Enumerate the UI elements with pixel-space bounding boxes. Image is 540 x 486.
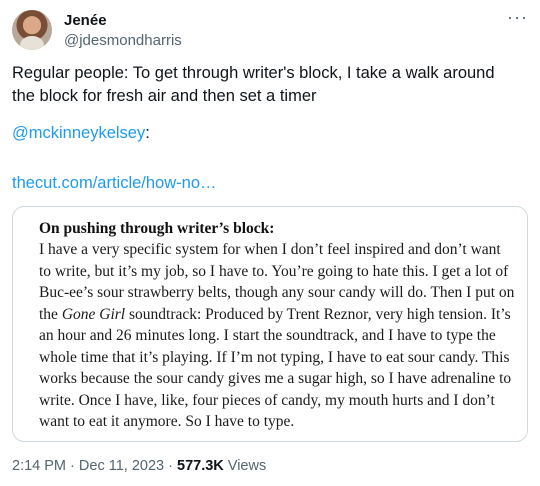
- author-name[interactable]: Jenée: [64, 12, 107, 29]
- tweet-time[interactable]: 2:14 PM: [12, 458, 66, 474]
- avatar[interactable]: [12, 10, 52, 50]
- author-handle[interactable]: @jdesmondharris: [64, 32, 182, 49]
- link-line: thecut.com/article/how-no…: [12, 174, 217, 193]
- quote-body: I have a very specific system for when I…: [39, 239, 515, 433]
- meta-separator-2: ·: [168, 458, 173, 474]
- mention-link[interactable]: @mckinneykelsey: [12, 124, 145, 142]
- tweet-meta: 2:14 PM · Dec 11, 2023 · 577.3K Views: [12, 458, 266, 474]
- quote-body-italic: Gone Girl: [61, 305, 126, 323]
- views-label: Views: [227, 458, 267, 474]
- article-link[interactable]: thecut.com/article/how-no…: [12, 174, 217, 192]
- quote-body-part2: soundtrack: Produced by Trent Reznor, ve…: [39, 305, 512, 431]
- meta-separator: ·: [70, 458, 75, 474]
- views-count: 577.3K: [177, 458, 224, 474]
- mention-suffix: :: [145, 124, 150, 142]
- mention-line: @mckinneykelsey:: [12, 124, 150, 143]
- tweet-text: Regular people: To get through writer's …: [12, 64, 495, 105]
- tweet-header: Jenée @jdesmondharris ···: [12, 8, 528, 52]
- quote-card[interactable]: On pushing through writer’s block: I hav…: [12, 206, 528, 442]
- more-options-icon[interactable]: ···: [507, 8, 528, 26]
- quote-title: On pushing through writer’s block:: [39, 220, 275, 237]
- tweet-date[interactable]: Dec 11, 2023: [79, 458, 164, 474]
